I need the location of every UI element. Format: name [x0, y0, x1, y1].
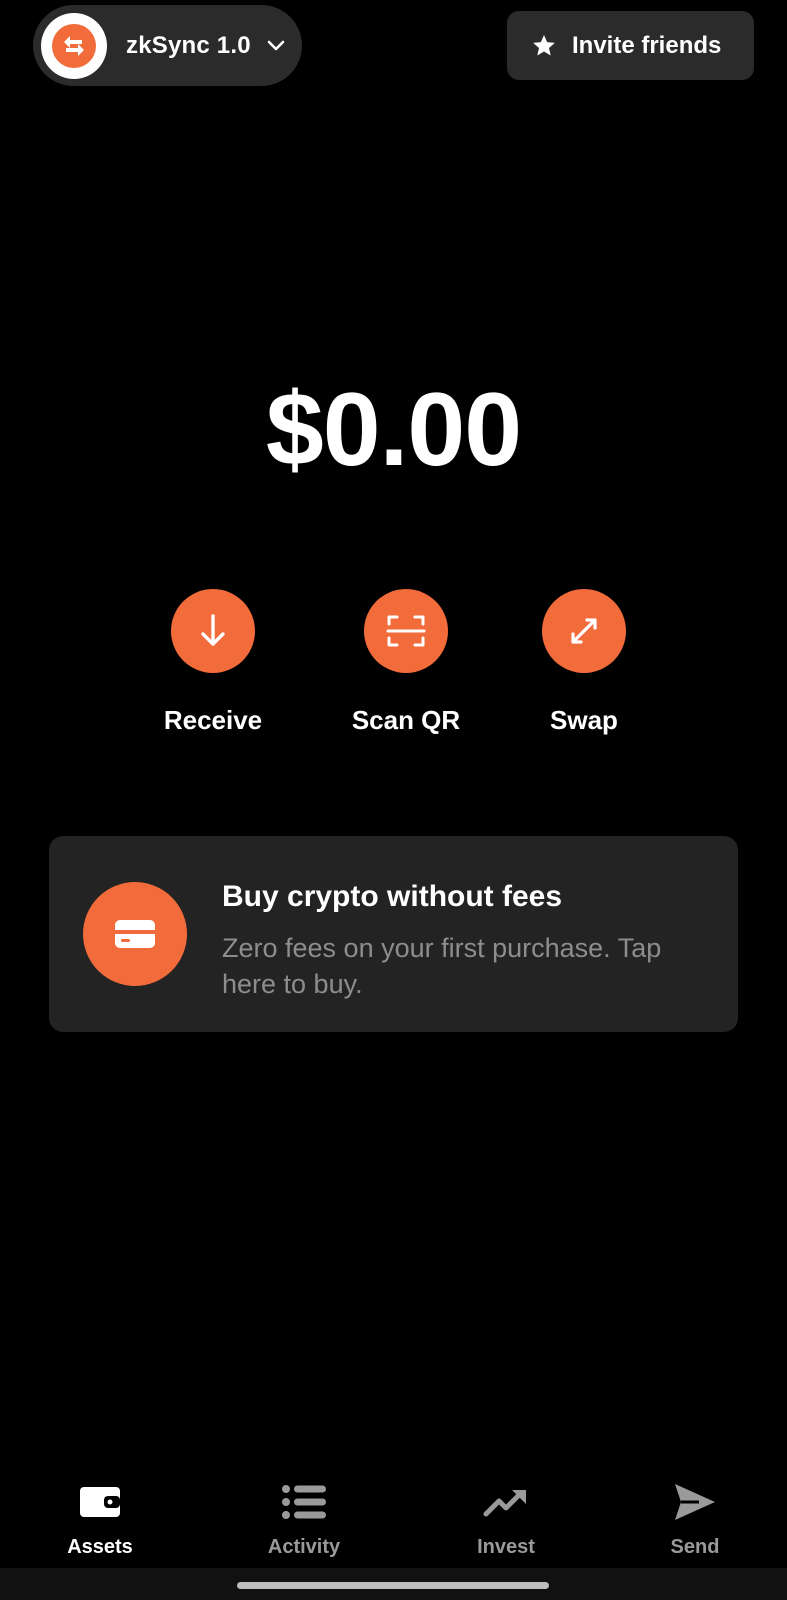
buy-crypto-promo-card[interactable]: Buy crypto without fees Zero fees on you…	[49, 836, 738, 1032]
scan-qr-button[interactable]: Scan QR	[326, 589, 486, 739]
nav-invest[interactable]: Invest	[436, 1480, 576, 1570]
network-name: zkSync 1.0	[126, 31, 251, 59]
scan-qr-label: Scan QR	[351, 705, 461, 735]
gesture-handle[interactable]	[237, 1582, 549, 1589]
trending-up-icon	[483, 1480, 529, 1524]
wallet-icon	[79, 1480, 121, 1524]
nav-activity[interactable]: Activity	[234, 1480, 374, 1570]
arrow-down-icon	[171, 589, 255, 673]
receive-button[interactable]: Receive	[133, 589, 293, 739]
invite-friends-button[interactable]: Invite friends	[507, 11, 754, 80]
invite-friends-label: Invite friends	[572, 31, 722, 59]
nav-assets[interactable]: Assets	[30, 1480, 170, 1570]
promo-title: Buy crypto without fees	[222, 880, 563, 913]
nav-send[interactable]: Send	[625, 1480, 765, 1570]
chevron-down-icon	[267, 40, 285, 52]
scan-qr-icon	[364, 589, 448, 673]
promo-description: Zero fees on your first purchase. Tap he…	[222, 933, 662, 999]
nav-send-label: Send	[670, 1536, 720, 1558]
network-selector[interactable]: zkSync 1.0	[33, 5, 302, 86]
nav-activity-label: Activity	[267, 1536, 341, 1558]
swap-icon	[542, 589, 626, 673]
send-icon	[673, 1480, 717, 1524]
swap-button[interactable]: Swap	[504, 589, 664, 739]
nav-invest-label: Invest	[477, 1536, 535, 1558]
bottom-navigation: Assets Activity Invest Send	[0, 1460, 787, 1570]
receive-label: Receive	[163, 705, 263, 735]
zksync-logo-icon	[41, 12, 107, 79]
credit-card-icon	[83, 882, 187, 986]
star-icon	[531, 33, 557, 59]
swap-label: Swap	[550, 705, 618, 735]
balance-amount: $0.00	[265, 372, 522, 488]
nav-assets-label: Assets	[67, 1536, 133, 1558]
list-icon	[281, 1480, 327, 1524]
